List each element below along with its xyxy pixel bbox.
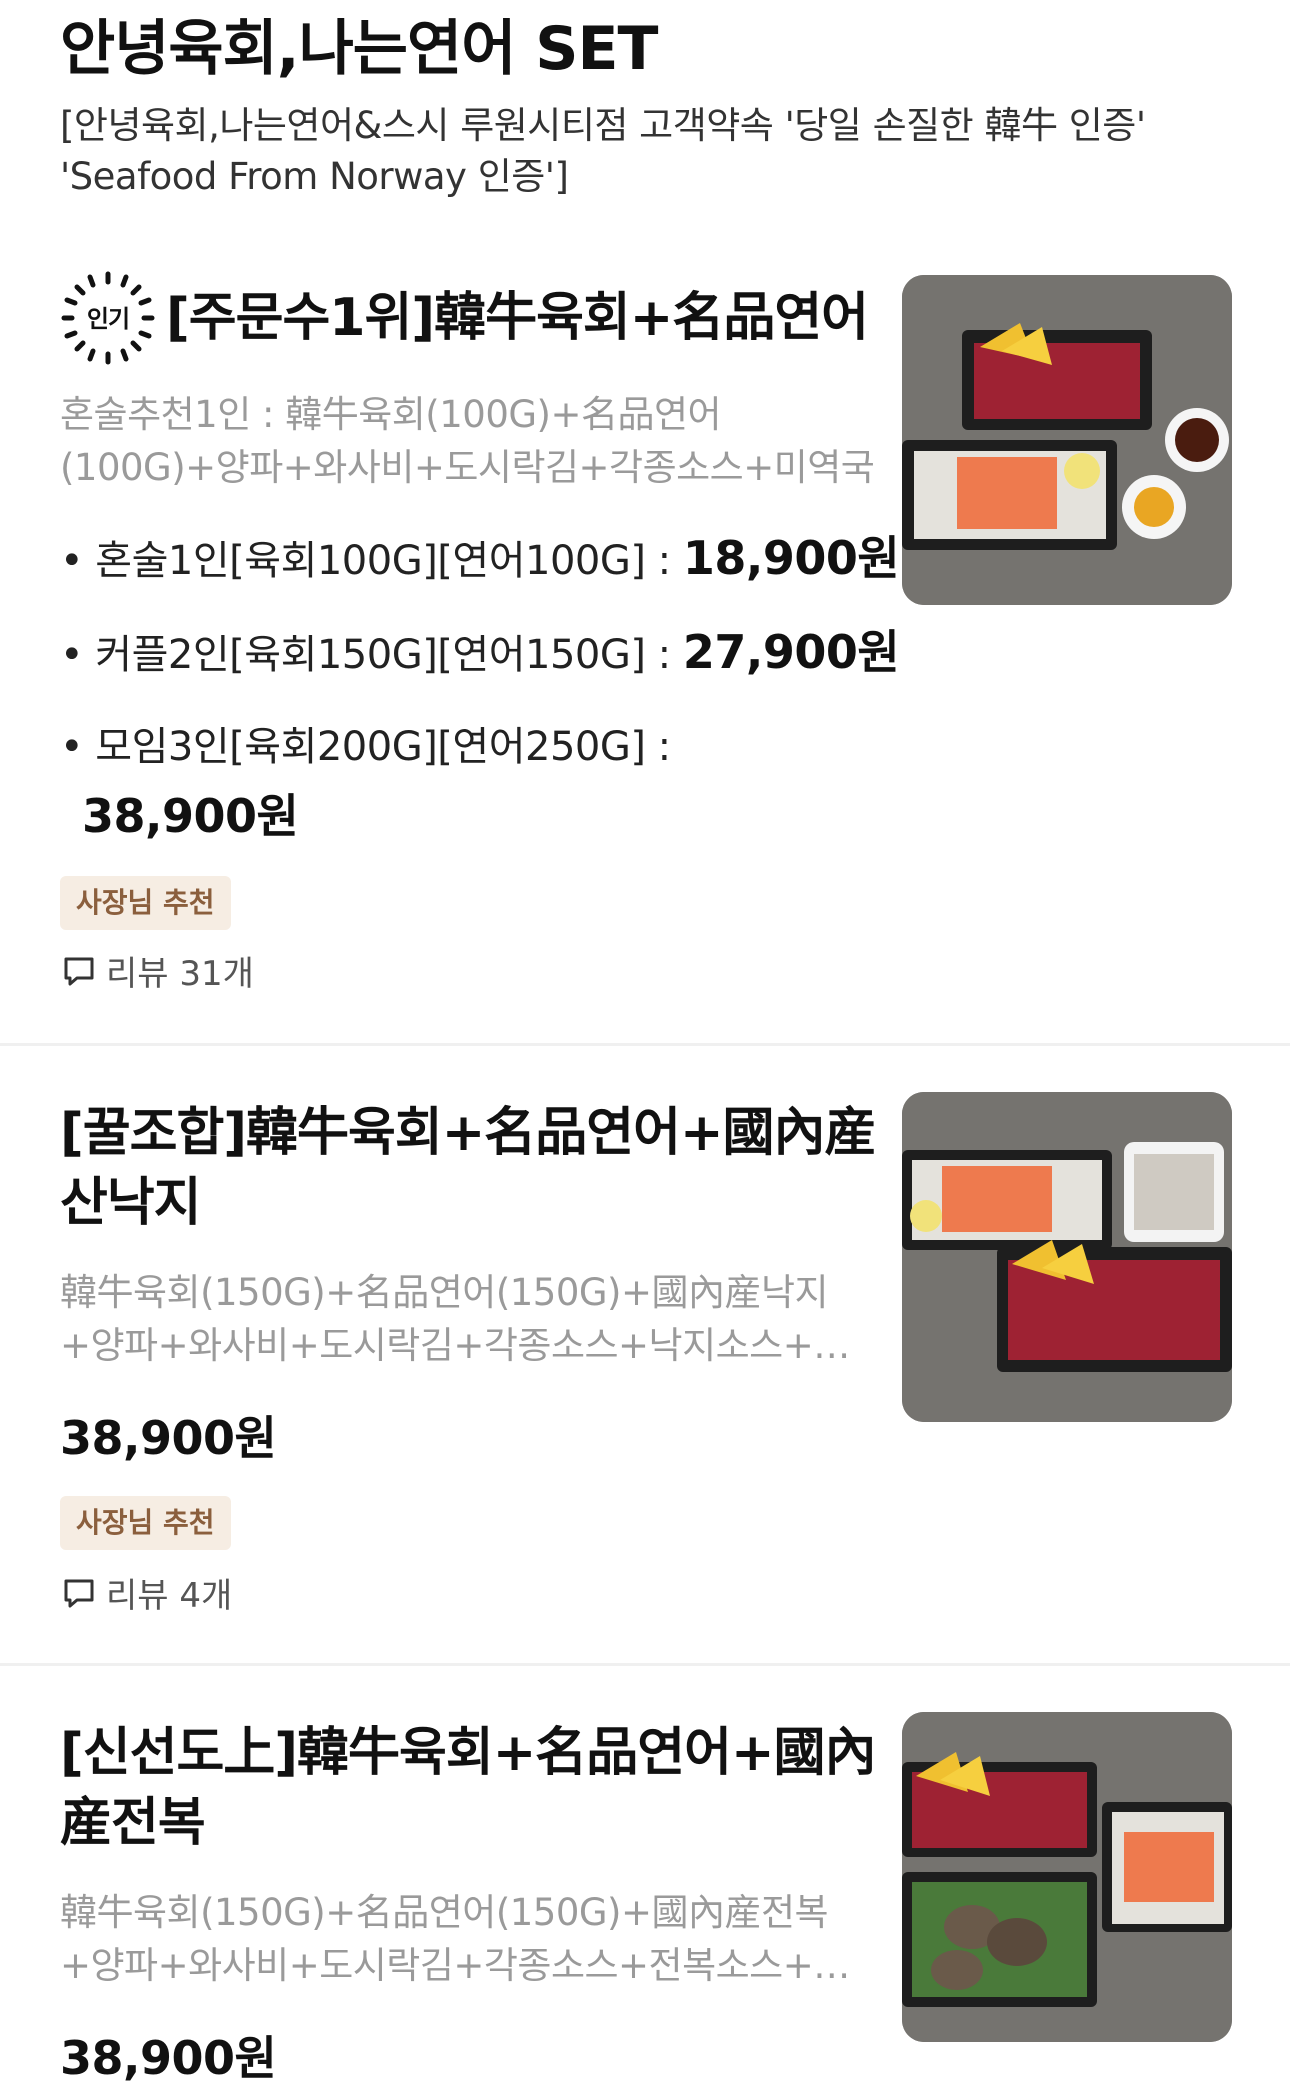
section-title: 안녕육회,나는연어 SET: [60, 14, 658, 84]
menu-description: 혼술추천1인 : 韓牛육회(100G)+名品연어(100G)+양파+와사비+도시…: [60, 393, 875, 489]
menu-title: [꿀조합]韓牛육회+名品연어+國內産산낙지: [60, 1103, 877, 1233]
menu-title: [신선도上]韓牛육회+名品연어+國內産전복: [60, 1723, 877, 1853]
option-price: 18,900원: [682, 531, 900, 585]
speech-bubble-icon: [64, 1579, 94, 1607]
option-label: • 혼술1인[육회100G][연어100G] :: [60, 538, 683, 584]
popular-badge-icon: 인기: [60, 270, 156, 366]
menu-photo[interactable]: [902, 275, 1232, 605]
menu-photo[interactable]: [902, 1712, 1232, 2042]
menu-description: 韓牛육회(150G)+名品연어(150G)+國內産낙지+양파+와사비+도시락김+…: [60, 1271, 850, 1367]
price-option-1[interactable]: • 혼술1인[육회100G][연어100G] : 18,900원: [60, 522, 900, 588]
menu-price: 38,900원: [60, 2031, 277, 2085]
review-count[interactable]: 리뷰 4개: [62, 1568, 232, 1617]
menu-item-1[interactable]: 인기 [주문수1위]韓牛육회+名品연어 혼술추천1인 : 韓牛육회(100G)+…: [0, 250, 1290, 1046]
price-option-3[interactable]: • 모임3인[육회200G][연어250G] : 38,900원: [60, 714, 671, 846]
price-option-2[interactable]: • 커플2인[육회150G][연어150G] : 27,900원: [60, 616, 900, 682]
option-price: 27,900원: [682, 625, 900, 679]
section-description: [안녕육회,나는연어&스시 루원시티점 고객약속 '당일 손질한 韓牛 인증' …: [60, 104, 1146, 198]
option-label: • 모임3인[육회200G][연어250G] :: [60, 724, 671, 770]
speech-bubble-icon: [64, 957, 94, 985]
owner-recommend-badge: 사장님 추천: [60, 876, 231, 930]
menu-title: 인기 [주문수1위]韓牛육회+名品연어: [60, 270, 880, 366]
option-price: 38,900원: [82, 789, 299, 843]
menu-price: 38,900원: [60, 1411, 277, 1465]
menu-item-2[interactable]: [꿀조합]韓牛육회+名品연어+國內産산낙지 韓牛육회(150G)+名品연어(15…: [0, 1046, 1290, 1666]
menu-title-text: [주문수1위]韓牛육회+名品연어: [166, 288, 869, 348]
owner-recommend-badge: 사장님 추천: [60, 1496, 231, 1550]
menu-item-3[interactable]: [신선도上]韓牛육회+名品연어+國內産전복 韓牛육회(150G)+名品연어(15…: [0, 1666, 1290, 2087]
review-label: 리뷰 4개: [106, 1576, 233, 1616]
review-count[interactable]: 리뷰 31개: [62, 946, 254, 995]
popular-badge-label: 인기: [87, 305, 129, 333]
menu-description: 韓牛육회(150G)+名品연어(150G)+國內産전복+양파+와사비+도시락김+…: [60, 1891, 850, 1987]
option-label: • 커플2인[육회150G][연어150G] :: [60, 632, 683, 678]
menu-photo[interactable]: [902, 1092, 1232, 1422]
review-label: 리뷰 31개: [106, 954, 254, 994]
